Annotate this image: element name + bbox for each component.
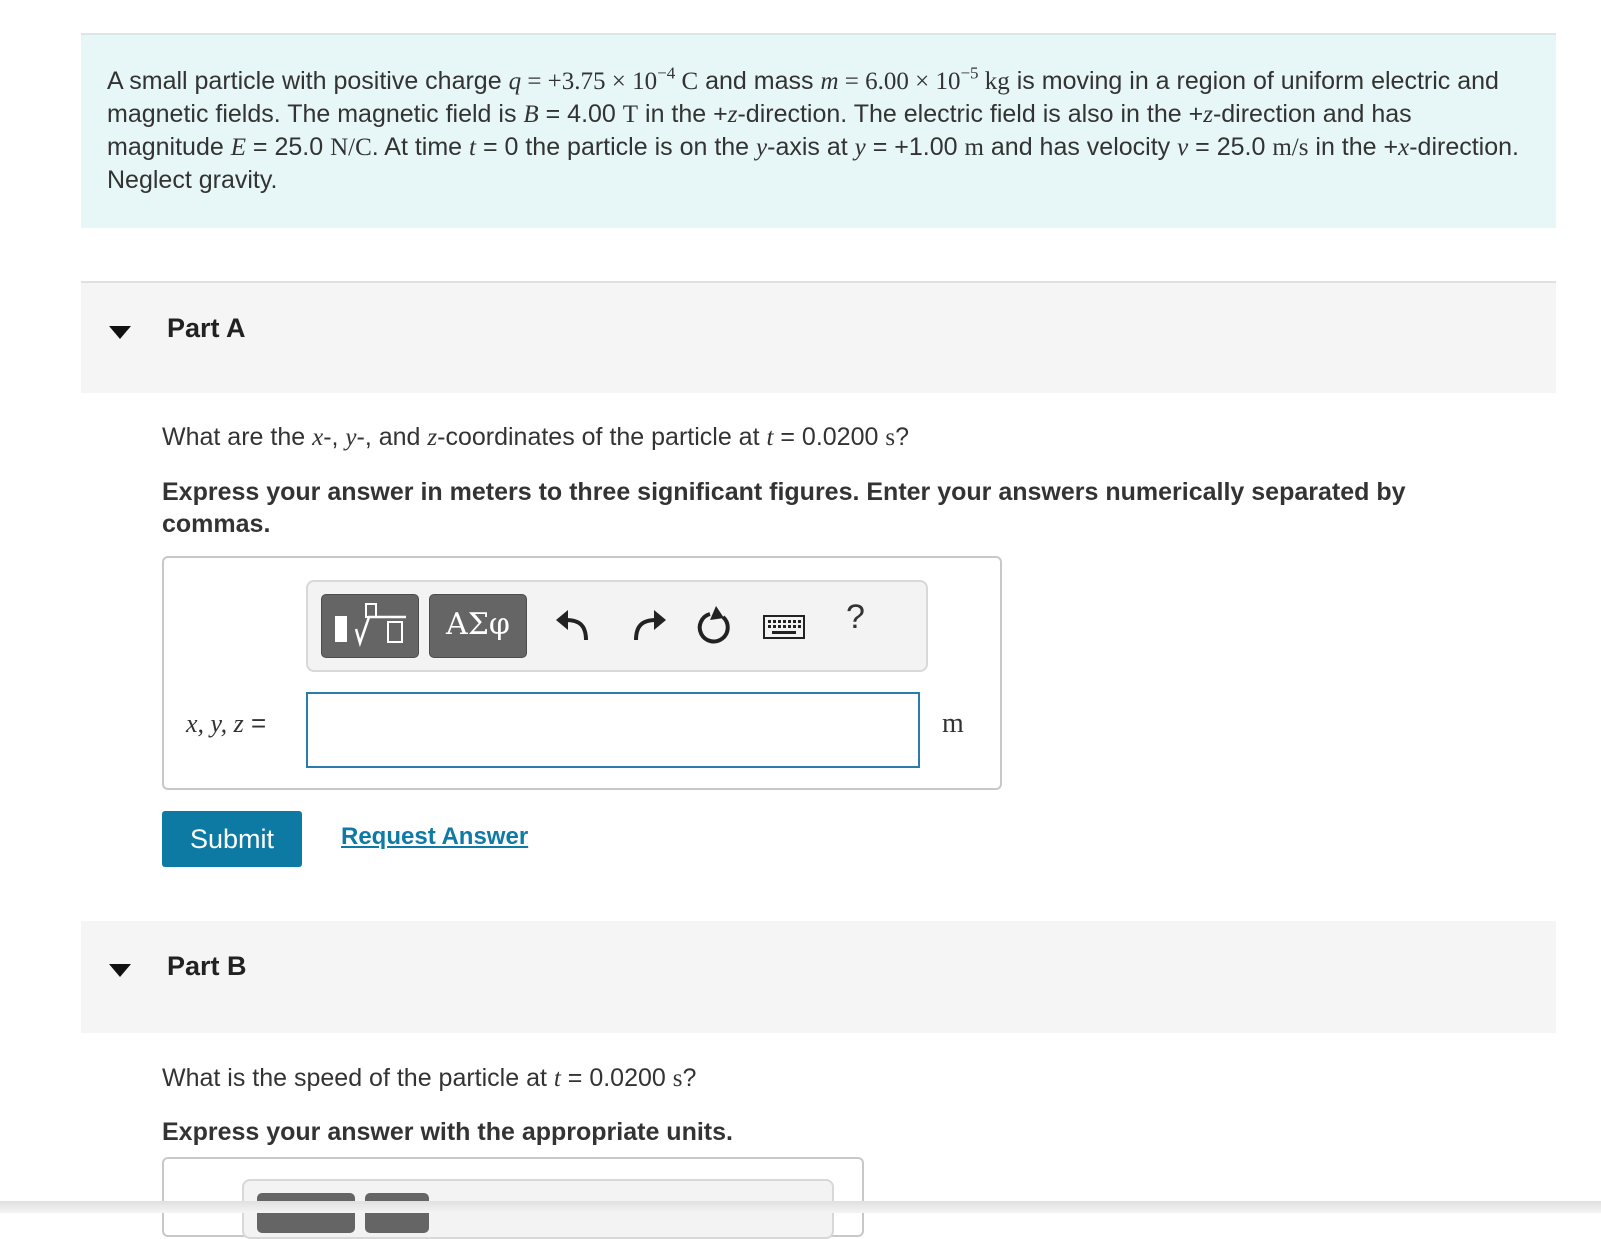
collapse-triangle-icon[interactable] xyxy=(109,964,131,977)
problem-statement: A small particle with positive charge q … xyxy=(81,33,1556,228)
collapse-triangle-icon[interactable] xyxy=(109,326,131,339)
part-b-title: Part B xyxy=(167,951,247,981)
part-b-instruction: Express your answer with the appropriate… xyxy=(162,1118,733,1146)
undo-icon xyxy=(556,610,588,641)
redo-icon xyxy=(634,610,666,641)
templates-button[interactable] xyxy=(321,594,419,658)
redo-button[interactable] xyxy=(626,600,670,652)
window-bottom-edge xyxy=(0,1201,1601,1213)
reset-button[interactable] xyxy=(692,600,736,652)
reset-icon xyxy=(697,606,730,644)
templates-icon xyxy=(335,603,406,648)
part-a-title: Part A xyxy=(167,313,246,343)
part-b-header[interactable]: Part B xyxy=(81,921,1556,1033)
part-b-answer-box xyxy=(162,1157,864,1239)
answer-unit: m xyxy=(942,708,964,739)
answer-label: x, y, z = xyxy=(186,708,267,738)
part-b-question: What is the speed of the particle at t =… xyxy=(162,1064,697,1092)
part-a-answer-box: ΑΣφ ? x, y, z = m xyxy=(162,556,1002,790)
symbols-button[interactable] xyxy=(365,1193,429,1233)
templates-button[interactable] xyxy=(257,1193,355,1233)
submit-button[interactable]: Submit xyxy=(162,811,302,867)
request-answer-link[interactable]: Request Answer xyxy=(341,823,528,851)
help-button[interactable]: ? xyxy=(846,598,865,637)
part-a-header[interactable]: Part A xyxy=(81,281,1556,393)
part-a-instruction: Express your answer in meters to three s… xyxy=(162,478,1406,538)
symbols-button[interactable]: ΑΣφ xyxy=(429,594,527,658)
undo-button[interactable] xyxy=(552,600,596,652)
keyboard-icon xyxy=(763,615,805,639)
keyboard-button[interactable] xyxy=(762,600,806,652)
answer-input[interactable] xyxy=(306,692,920,768)
part-a-question: What are the x-, y-, and z-coordinates o… xyxy=(162,423,909,451)
math-toolbar: ΑΣφ ? xyxy=(306,580,928,672)
problem-text: A small particle with positive charge q … xyxy=(107,63,1519,194)
